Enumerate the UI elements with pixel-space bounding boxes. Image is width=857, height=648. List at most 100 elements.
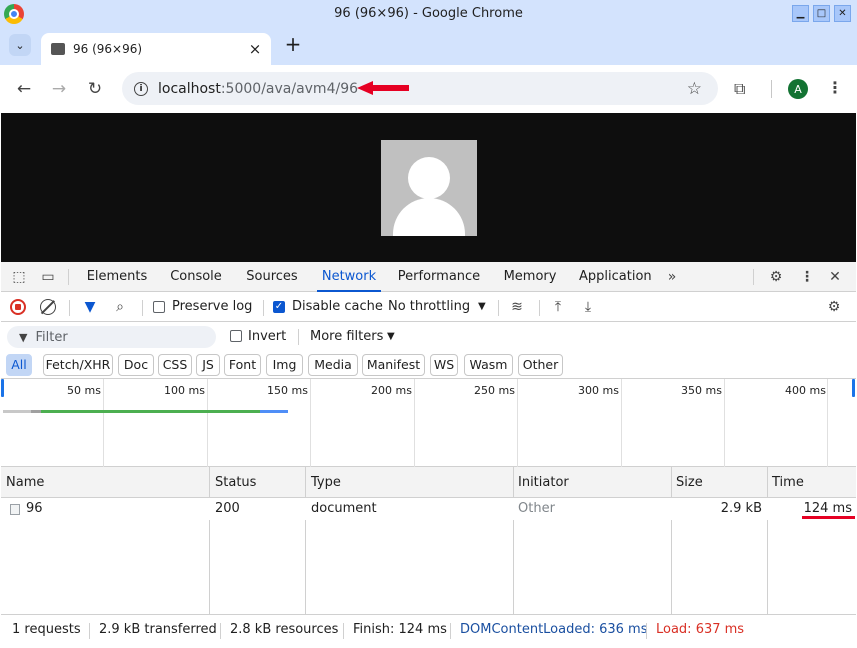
new-tab-button[interactable]: + <box>284 34 302 54</box>
device-toolbar-icon[interactable]: ▭ <box>39 268 57 286</box>
throttling-select[interactable]: No throttling <box>388 299 470 314</box>
close-tab-icon[interactable]: × <box>247 40 263 58</box>
tab-title: 96 (96×96) <box>73 42 143 56</box>
throttling-dropdown-icon[interactable]: ▼ <box>478 301 486 312</box>
window-controls: ▁ □ ✕ <box>792 5 851 22</box>
resource-type-filters: All Fetch/XHR Doc CSS JS Font Img Media … <box>1 352 856 379</box>
devtools-menu-icon[interactable]: ⋮ <box>798 268 816 286</box>
close-devtools-icon[interactable]: ✕ <box>826 268 844 286</box>
timeline-bar-stalled <box>31 410 41 413</box>
more-tabs-chevron-icon[interactable]: » <box>663 268 681 286</box>
summary-separator <box>89 623 90 639</box>
toolbar-separator <box>498 300 499 316</box>
network-conditions-icon[interactable]: ≋ <box>508 298 526 316</box>
column-status[interactable]: Status <box>210 467 256 498</box>
type-filter-manifest[interactable]: Manifest <box>362 354 425 376</box>
more-filters-chevron-icon[interactable]: ▼ <box>387 331 395 342</box>
page-viewport <box>1 113 856 262</box>
title-bar: 96 (96×96) - Google Chrome ▁ □ ✕ <box>0 0 857 27</box>
extensions-puzzle-icon[interactable]: ⧉ <box>734 79 745 99</box>
column-name[interactable]: Name <box>1 467 44 498</box>
maximize-button[interactable]: □ <box>813 5 830 22</box>
import-har-icon[interactable]: ⤒ <box>549 298 567 316</box>
table-row[interactable]: 96 200 document Other 2.9 kB 124 ms <box>1 498 856 520</box>
preserve-log-checkbox[interactable] <box>153 301 165 313</box>
back-button[interactable]: ← <box>14 79 34 99</box>
column-time[interactable]: Time <box>767 467 804 498</box>
preserve-log-label: Preserve log <box>172 299 253 314</box>
profile-avatar[interactable]: A <box>788 79 808 99</box>
timeline-right-handle[interactable] <box>852 379 855 397</box>
type-filter-css[interactable]: CSS <box>158 354 192 376</box>
close-window-button[interactable]: ✕ <box>834 5 851 22</box>
timeline-gridline <box>414 379 415 467</box>
bookmark-star-icon[interactable]: ☆ <box>687 79 702 99</box>
tab-network[interactable]: Network <box>317 262 381 292</box>
column-divider <box>767 467 768 614</box>
timeline-gridline <box>103 379 104 467</box>
disable-cache-checkbox[interactable]: ✓ <box>273 301 285 313</box>
chevron-down-icon: ⌄ <box>15 38 25 52</box>
summary-transferred: 2.9 kB transferred <box>99 622 217 637</box>
column-divider <box>305 467 306 614</box>
inspect-element-icon[interactable]: ⬚ <box>10 268 28 286</box>
type-filter-js[interactable]: JS <box>196 354 220 376</box>
column-size[interactable]: Size <box>671 467 703 498</box>
requests-table-header: Name Status Type Initiator Size Time <box>1 467 856 498</box>
annotation-arrow-icon <box>357 81 409 95</box>
clear-log-icon[interactable] <box>40 299 56 315</box>
request-initiator: Other <box>518 501 555 516</box>
invert-label: Invert <box>248 329 287 344</box>
type-filter-all[interactable]: All <box>6 354 32 376</box>
more-filters-dropdown[interactable]: More filters <box>310 329 383 344</box>
tab-memory[interactable]: Memory <box>500 262 560 292</box>
timeline-gridline <box>517 379 518 467</box>
summary-separator <box>220 623 221 639</box>
tab-search-button[interactable]: ⌄ <box>9 34 31 56</box>
forward-button[interactable]: → <box>49 79 69 99</box>
timeline-gridline <box>827 379 828 467</box>
tab-console[interactable]: Console <box>164 262 228 292</box>
tab-sources[interactable]: Sources <box>242 262 302 292</box>
request-status: 200 <box>215 501 240 516</box>
chrome-menu-icon[interactable]: ⋮ <box>827 78 843 97</box>
network-settings-gear-icon[interactable]: ⚙ <box>825 298 843 316</box>
type-filter-other[interactable]: Other <box>518 354 563 376</box>
column-divider <box>209 467 210 614</box>
column-type[interactable]: Type <box>306 467 341 498</box>
type-filter-fetch-xhr[interactable]: Fetch/XHR <box>43 354 113 376</box>
filter-input[interactable]: ▼ Filter <box>7 326 216 348</box>
tab-performance[interactable]: Performance <box>396 262 482 292</box>
network-overview-timeline[interactable]: 50 ms 100 ms 150 ms 200 ms 250 ms 300 ms… <box>1 379 856 467</box>
type-filter-doc[interactable]: Doc <box>118 354 154 376</box>
timeline-bar-waiting <box>41 410 260 413</box>
record-stop-icon[interactable] <box>10 299 26 315</box>
invert-checkbox[interactable] <box>230 330 242 342</box>
tab-application[interactable]: Application <box>579 262 652 292</box>
request-type: document <box>311 501 377 516</box>
export-har-icon[interactable]: ⤓ <box>579 298 597 316</box>
site-info-icon[interactable]: i <box>134 81 148 96</box>
filter-funnel-icon: ▼ <box>19 330 28 344</box>
filter-funnel-icon[interactable]: ▼ <box>81 298 99 316</box>
timeline-label: 400 ms <box>785 384 826 397</box>
timeline-left-handle[interactable] <box>1 379 4 397</box>
type-filter-media[interactable]: Media <box>308 354 358 376</box>
reload-button[interactable]: ↻ <box>85 79 105 99</box>
type-filter-font[interactable]: Font <box>224 354 261 376</box>
address-bar[interactable]: i localhost:5000/ava/avm4/96 ☆ <box>122 72 718 105</box>
type-filter-img[interactable]: Img <box>266 354 303 376</box>
toolbar-separator <box>771 80 772 98</box>
default-avatar-image <box>381 140 477 236</box>
column-initiator[interactable]: Initiator <box>513 467 569 498</box>
settings-gear-icon[interactable]: ⚙ <box>767 268 785 286</box>
tab-elements[interactable]: Elements <box>85 262 149 292</box>
summary-resources: 2.8 kB resources <box>230 622 339 637</box>
browser-tab[interactable]: 96 (96×96) × <box>41 33 271 65</box>
minimize-button[interactable]: ▁ <box>792 5 809 22</box>
timeline-gridline <box>310 379 311 467</box>
type-filter-ws[interactable]: WS <box>430 354 458 376</box>
type-filter-wasm[interactable]: Wasm <box>464 354 513 376</box>
toolbar-separator <box>263 300 264 316</box>
search-icon[interactable]: ⌕ <box>111 298 129 316</box>
